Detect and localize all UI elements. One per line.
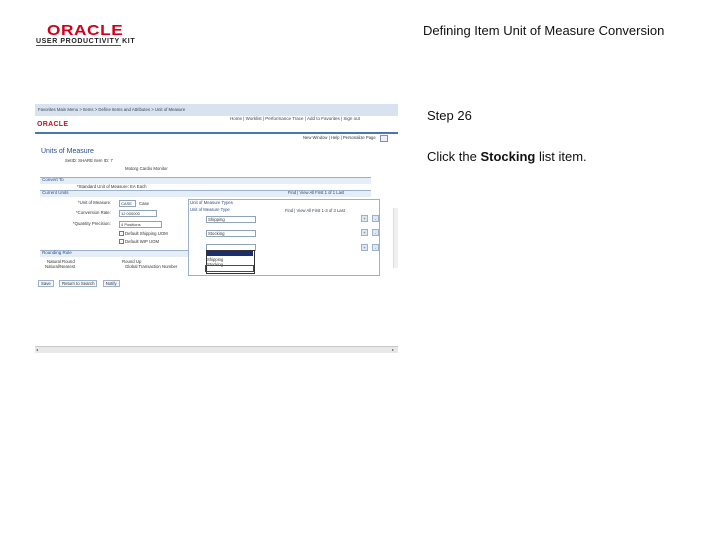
- scroll-right-icon[interactable]: ▸: [392, 347, 394, 352]
- rounding-rule-label: Rounding Rule: [42, 250, 72, 255]
- instruction-text: Click the Stocking list item.: [427, 149, 587, 164]
- page-icon[interactable]: [380, 135, 388, 142]
- oracle-logo: ORACLE: [47, 22, 124, 39]
- rounding-option-1-desc: Natural/Nearest: [45, 264, 76, 269]
- rounding-option-2-desc: Global Transaction Number: [125, 264, 178, 269]
- quantity-precision-label: *Quantity Precision:: [73, 221, 111, 226]
- quantity-precision-select[interactable]: 4 Positions: [119, 221, 162, 228]
- conversion-rate-label: *Conversion Rate:: [76, 210, 111, 215]
- app-oracle-logo: ORACLE: [37, 121, 69, 128]
- delete-row-icon[interactable]: -: [372, 244, 379, 251]
- current-units-label: Current Units: [42, 190, 69, 195]
- add-row-icon[interactable]: +: [361, 215, 368, 222]
- standard-uom-row: *Standard Unit of Measure: EA Each: [77, 184, 147, 189]
- breadcrumb[interactable]: Favorites Main Menu > Items > Define Ite…: [38, 107, 185, 112]
- dropdown-selected-item[interactable]: [207, 251, 253, 256]
- convert-to-label: Convert To: [42, 177, 64, 182]
- current-units-nav[interactable]: Find | View All First 1 of 1 Last: [288, 190, 344, 195]
- return-to-search-button[interactable]: Return to Search: [59, 280, 98, 287]
- item-description: Motorg Cardio Monitor: [125, 166, 168, 171]
- logo-divider: [36, 45, 121, 46]
- add-row-icon[interactable]: +: [361, 244, 368, 251]
- uom-description: Case: [139, 201, 150, 206]
- horizontal-scrollbar[interactable]: [35, 346, 398, 353]
- instruction-bold: Stocking: [480, 149, 536, 164]
- setid-item-row: SetID: SHARE Item ID: 7: [65, 158, 113, 163]
- delete-row-icon[interactable]: -: [372, 229, 379, 236]
- uom-types-title: Unit of Measure Types: [190, 200, 233, 205]
- stocking-highlight-box: [205, 265, 254, 272]
- uom-type-select-2[interactable]: [206, 230, 256, 237]
- step-label: Step 26: [427, 108, 472, 123]
- header-links[interactable]: Home | Worklist | Performance Trace | Ad…: [230, 116, 360, 121]
- upk-logo-subtitle: USER PRODUCTIVITY KIT: [36, 38, 136, 45]
- uom-label: *Unit of Measure:: [78, 200, 112, 205]
- page-title: Units of Measure: [41, 148, 94, 155]
- save-button[interactable]: Save: [38, 280, 54, 287]
- application-screenshot: Favorites Main Menu > Items > Define Ite…: [35, 104, 398, 354]
- uom-type-column-header: Unit of Measure Type: [190, 207, 230, 212]
- document-title: Defining Item Unit of Measure Conversion: [423, 23, 665, 38]
- page-links[interactable]: New Window | Help | Personalize Page: [303, 135, 376, 140]
- conversion-rate-field[interactable]: 12.000000: [119, 210, 157, 217]
- default-wip-label: Default WIP UOM: [125, 239, 160, 244]
- uom-field[interactable]: CASE: [119, 200, 136, 207]
- scroll-left-icon[interactable]: ◂: [36, 347, 38, 352]
- delete-row-icon[interactable]: -: [372, 215, 379, 222]
- default-wip-checkbox[interactable]: [119, 239, 124, 244]
- action-toolbar: Save Return to Search Notify: [38, 280, 124, 287]
- add-row-icon[interactable]: +: [361, 229, 368, 236]
- uom-types-nav[interactable]: Find | View All First 1-3 of 3 Last: [285, 208, 345, 213]
- uom-type-select-1[interactable]: [206, 216, 256, 223]
- convert-to-header: [40, 177, 371, 184]
- default-shipping-checkbox[interactable]: [119, 231, 124, 236]
- notify-button[interactable]: Notify: [102, 280, 120, 287]
- header-divider: [35, 132, 398, 134]
- vertical-scrollbar[interactable]: [393, 208, 398, 268]
- default-shipping-label: Default Shipping UOM: [125, 231, 168, 236]
